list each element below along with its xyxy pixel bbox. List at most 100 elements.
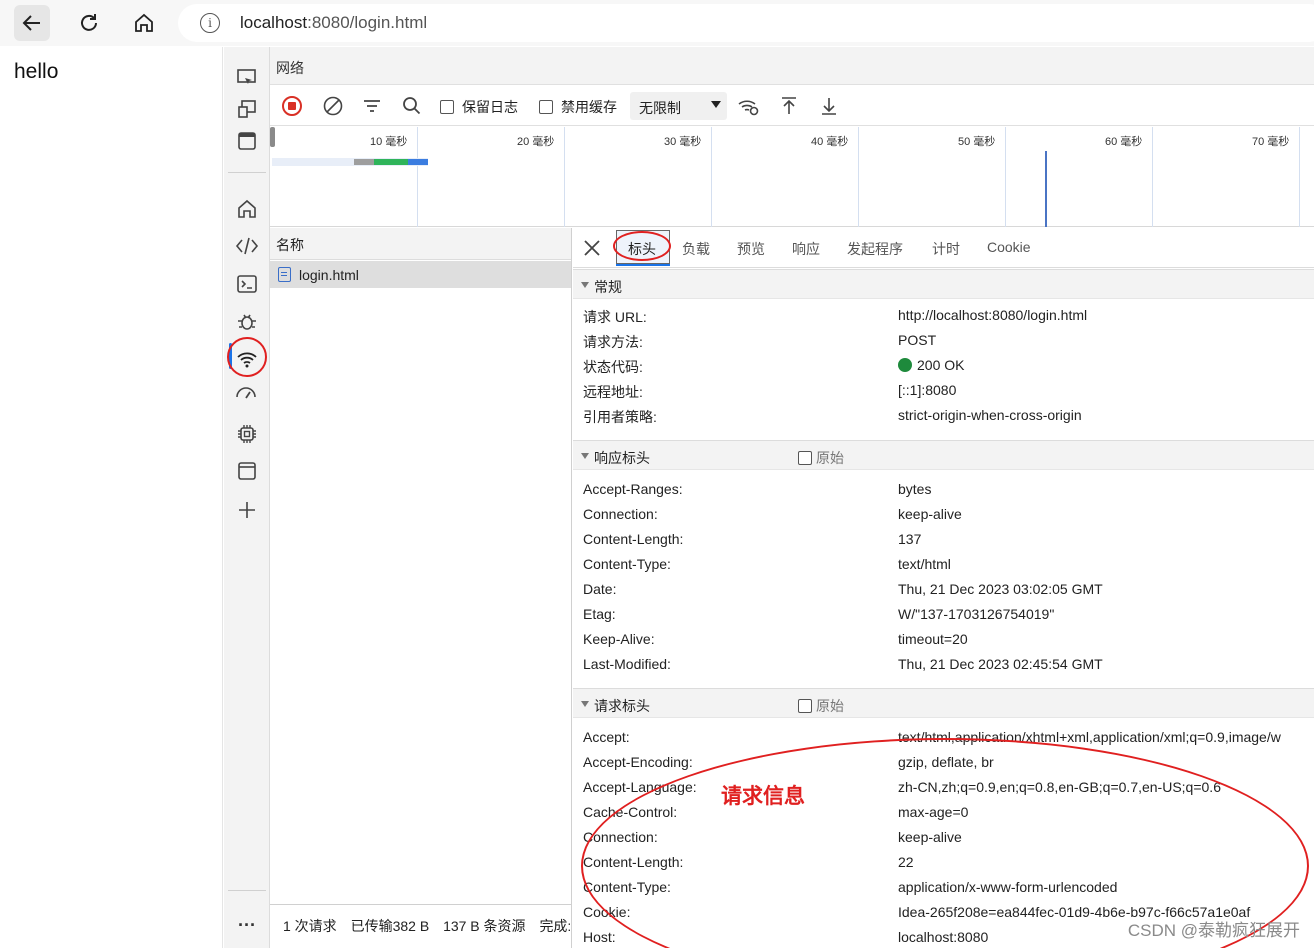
- section-response-headers[interactable]: 响应标头 原始: [573, 440, 1314, 470]
- sources-tool-button[interactable]: [231, 305, 263, 337]
- filter-icon: [364, 100, 380, 112]
- checkbox-box[interactable]: [440, 100, 454, 114]
- timeline-tick-label: 10 毫秒: [370, 136, 408, 148]
- header-row: Content-Type: text/html: [583, 556, 951, 572]
- address-bar[interactable]: i localhost:8080/login.html: [178, 4, 1314, 42]
- request-detail: 标头 负载 预览 响应 发起程序 计时 Cookie 常规 请求 URL: htt…: [573, 228, 1314, 948]
- timeline-waiting-segment: [354, 159, 374, 165]
- section-request-headers[interactable]: 请求标头 原始: [573, 688, 1314, 718]
- window-button[interactable]: [231, 125, 263, 157]
- activity-separator-bottom: [228, 890, 266, 891]
- devtools-activity-bar: ···: [224, 47, 270, 948]
- timeline-ttfb-segment: [374, 159, 408, 165]
- window-icon: [238, 132, 256, 150]
- column-header-name[interactable]: 名称: [270, 228, 571, 260]
- web-page: hello: [7, 47, 223, 948]
- browser-toolbar: i localhost:8080/login.html: [0, 0, 1314, 46]
- export-har-button[interactable]: [816, 93, 842, 119]
- throttling-value: 无限制: [639, 100, 681, 116]
- expand-triangle-icon: [581, 282, 589, 288]
- raw-label: 原始: [816, 698, 844, 714]
- memory-tool-button[interactable]: [231, 418, 263, 450]
- filter-button[interactable]: [359, 93, 385, 119]
- timeline-tick-label: 30 毫秒: [664, 136, 702, 148]
- timeline-tick-label: 20 毫秒: [517, 136, 555, 148]
- timeline-load-marker: [1045, 151, 1047, 227]
- request-list: 名称 login.html 1 次请求 已传输382 B 137 B 条资源 完…: [270, 228, 572, 948]
- download-icon: [822, 98, 836, 115]
- header-row: 状态代码: 200 OK: [583, 357, 965, 375]
- record-stop-icon: [282, 96, 302, 116]
- summary-resources: 137 B 条资源: [443, 918, 526, 934]
- request-row[interactable]: login.html: [270, 261, 571, 288]
- performance-icon: [236, 387, 256, 399]
- checkbox-box[interactable]: [798, 699, 812, 713]
- network-summary-bar: 1 次请求 已传输382 B 137 B 条资源 完成:: [270, 904, 571, 948]
- dock-button[interactable]: [231, 93, 263, 125]
- timeline-tick-label: 60 毫秒: [1105, 136, 1143, 148]
- more-tools-button[interactable]: ···: [231, 909, 263, 941]
- checkbox-box[interactable]: [539, 100, 553, 114]
- disable-cache-checkbox[interactable]: 禁用缓存: [539, 97, 617, 117]
- elements-code-icon: [235, 237, 259, 255]
- timeline-left-handle[interactable]: [270, 127, 275, 147]
- add-tool-icon: [239, 502, 255, 518]
- preserve-log-checkbox[interactable]: 保留日志: [440, 97, 518, 117]
- expand-triangle-icon: [581, 453, 589, 459]
- performance-tool-button[interactable]: [231, 380, 263, 412]
- elements-tool-button[interactable]: [231, 230, 263, 262]
- add-tool-button[interactable]: [231, 494, 263, 526]
- timeline-download-segment: [408, 159, 428, 165]
- tab-highlight-circle: [613, 231, 671, 261]
- record-button[interactable]: [279, 93, 305, 119]
- section-general[interactable]: 常规: [573, 269, 1314, 299]
- page-hello-text: hello: [14, 60, 59, 83]
- wifi-settings-icon: [738, 100, 759, 116]
- application-icon: [238, 462, 256, 480]
- timeline-tick-label: 70 毫秒: [1252, 136, 1290, 148]
- clear-button[interactable]: [320, 93, 346, 119]
- tab-response[interactable]: 响应: [792, 239, 820, 259]
- request-name: login.html: [299, 266, 359, 283]
- header-row: 请求方法: POST: [583, 332, 937, 350]
- tab-initiator[interactable]: 发起程序: [847, 239, 903, 259]
- application-tool-button[interactable]: [231, 455, 263, 487]
- bug-icon: [238, 314, 256, 330]
- welcome-tool-button[interactable]: [231, 193, 263, 225]
- search-icon: [403, 97, 421, 115]
- active-tab-underline: [616, 264, 670, 266]
- checkbox-box[interactable]: [798, 451, 812, 465]
- tab-cookies[interactable]: Cookie: [987, 239, 1031, 255]
- info-icon[interactable]: i: [200, 13, 220, 33]
- throttling-select[interactable]: 无限制: [630, 92, 727, 120]
- import-har-button[interactable]: [776, 93, 802, 119]
- expand-triangle-icon: [581, 701, 589, 707]
- upload-icon: [782, 97, 796, 114]
- raw-checkbox[interactable]: 原始: [798, 448, 844, 468]
- back-button[interactable]: [14, 5, 50, 41]
- console-tool-button[interactable]: [231, 268, 263, 300]
- summary-requests: 1 次请求: [283, 918, 337, 934]
- tab-payload[interactable]: 负载: [682, 239, 710, 259]
- timeline-tick-line: [1299, 127, 1300, 227]
- search-button[interactable]: [399, 93, 425, 119]
- home-icon: [135, 13, 153, 32]
- summary-transferred: 已传输382 B: [350, 918, 430, 934]
- tab-preview[interactable]: 预览: [737, 239, 765, 259]
- timeline-tick-line: [858, 127, 859, 227]
- timeline-overview[interactable]: 10 毫秒 20 毫秒 30 毫秒 40 毫秒 50 毫秒 60 毫秒 70 毫…: [270, 127, 1314, 227]
- header-row: 请求 URL: http://localhost:8080/login.html: [583, 307, 1088, 325]
- reload-button[interactable]: [71, 5, 107, 41]
- summary-finish: 完成:: [539, 918, 571, 934]
- request-info-annotation-label: 请求信息: [721, 783, 805, 808]
- raw-checkbox[interactable]: 原始: [798, 696, 844, 716]
- device-emulation-button[interactable]: [231, 61, 263, 93]
- close-detail-button[interactable]: [582, 238, 602, 258]
- status-ok-icon: [898, 358, 912, 372]
- header-row: 引用者策略: strict-origin-when-cross-origin: [583, 407, 1082, 425]
- reload-icon: [81, 14, 97, 31]
- network-conditions-button[interactable]: [736, 93, 762, 119]
- home-button[interactable]: [126, 5, 162, 41]
- tab-timing[interactable]: 计时: [932, 239, 960, 259]
- timeline-tick-line: [1152, 127, 1153, 227]
